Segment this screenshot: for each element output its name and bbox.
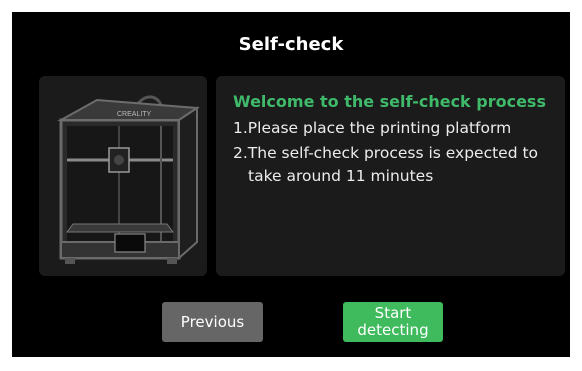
step-2-text: 2.The self-check process is expected to …: [233, 142, 559, 188]
self-check-screen: Self-check CREALITY Welcome to the self-…: [12, 12, 570, 357]
printer-image: CREALITY: [57, 95, 200, 264]
page-title: Self-check: [238, 34, 344, 55]
step-2-line-2: take around 11 minutes: [248, 167, 434, 185]
step-2-line-1: 2.The self-check process is expected to: [233, 144, 539, 162]
instructions-panel: Welcome to the self-check process 1.Plea…: [216, 76, 565, 276]
printer-image-panel: CREALITY: [39, 76, 207, 276]
welcome-heading: Welcome to the self-check process: [233, 92, 546, 111]
previous-button-label: Previous: [180, 313, 245, 331]
start-button-label-line-2: detecting: [357, 321, 429, 339]
step-1-text: 1.Please place the printing platform: [233, 119, 512, 137]
previous-button[interactable]: Previous: [162, 302, 263, 342]
start-detecting-button[interactable]: Start detecting: [343, 302, 443, 342]
printer-brand-text: CREALITY: [117, 111, 152, 118]
start-button-label-line-1: Start: [374, 304, 412, 322]
